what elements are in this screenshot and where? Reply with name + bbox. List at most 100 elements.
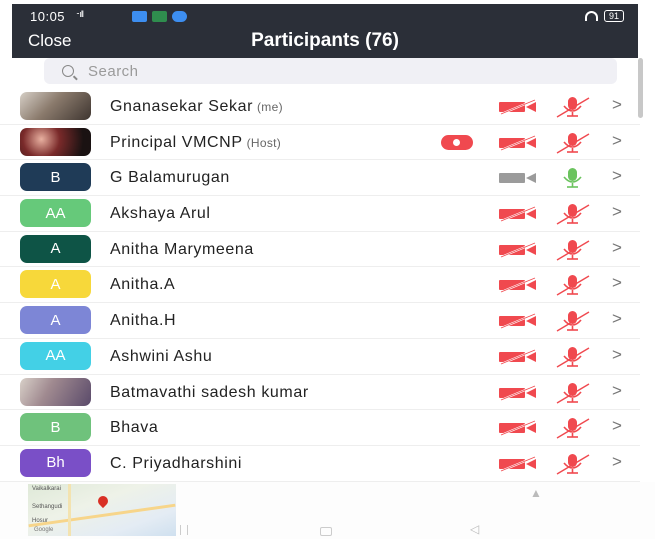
participant-row[interactable]: B G Balamurugan > — [0, 160, 640, 197]
chevron-right-icon[interactable]: > — [612, 309, 622, 329]
microphone-muted-icon[interactable] — [553, 131, 593, 155]
video-camera-off-icon[interactable] — [498, 206, 538, 222]
headset-icon — [584, 11, 598, 21]
participant-name-text: Principal VMCNP — [110, 133, 243, 151]
participant-row[interactable]: Batmavathi sadesh kumar > — [0, 375, 640, 411]
participant-row[interactable]: Bh C. Priyadharshini > — [0, 446, 640, 482]
microphone-muted-icon[interactable] — [553, 452, 593, 476]
participant-name: Akshaya Arul — [110, 205, 211, 223]
participant-row[interactable]: AA Akshaya Arul > — [0, 196, 640, 232]
participant-name: Anitha.A — [110, 276, 175, 294]
participant-name-text: Anitha.A — [110, 276, 176, 294]
microphone-icon[interactable] — [553, 166, 593, 190]
microphone-muted-icon[interactable] — [553, 273, 593, 297]
chevron-right-icon[interactable]: > — [612, 345, 622, 365]
status-right: 91 — [584, 10, 624, 22]
video-camera-off-icon[interactable] — [498, 99, 538, 115]
google-logo: Google — [34, 527, 54, 533]
participant-row[interactable]: A Anitha Marymeena > — [0, 232, 640, 268]
avatar — [20, 377, 91, 406]
participant-name: Ashwini Ashu — [110, 348, 212, 366]
participant-name-text: G Balamurugan — [110, 169, 230, 187]
participant-row[interactable]: Gnanasekar Sekar (me) > — [0, 89, 640, 125]
search-bar[interactable] — [44, 58, 617, 84]
participant-name: C. Priyadharshini — [110, 455, 242, 473]
chevron-right-icon[interactable]: > — [612, 131, 622, 151]
avatar: AA — [20, 341, 91, 370]
search-input[interactable] — [88, 62, 488, 80]
participant-row[interactable]: Principal VMCNP (Host) > — [0, 125, 640, 161]
microphone-muted-icon[interactable] — [553, 202, 593, 226]
battery-icon: 91 — [603, 10, 624, 22]
avatar — [20, 127, 91, 156]
microphone-muted-icon[interactable] — [553, 345, 593, 369]
map-label: Vaikalkarai — [32, 486, 61, 492]
video-camera-off-icon[interactable] — [498, 277, 538, 294]
participant-list: Gnanasekar Sekar (me) > Principal VMCNP (Hos… — [0, 89, 640, 482]
participant-row[interactable]: AA Ashwini Ashu > — [0, 339, 640, 375]
participant-name-text: Bhava — [110, 419, 159, 437]
microphone-muted-icon[interactable] — [553, 95, 593, 119]
participant-name: G Balamurugan — [110, 169, 230, 187]
participant-role-tag: (me) — [257, 100, 283, 114]
participant-name-text: Batmavathi sadesh kumar — [110, 383, 309, 401]
search-icon — [62, 65, 74, 77]
chevron-right-icon[interactable]: > — [612, 416, 622, 436]
nav-back-button[interactable]: ◁ — [470, 522, 479, 536]
video-camera-off-icon[interactable] — [498, 348, 538, 365]
avatar: A — [20, 270, 91, 299]
status-bar: 10:05 ᐧᐧ ıll 91 — [12, 6, 638, 26]
participant-name-text: Akshaya Arul — [110, 205, 211, 223]
header-bar: 10:05 ᐧᐧ ıll 91 Close Participants (76) — [12, 4, 638, 58]
microphone-muted-icon[interactable] — [553, 381, 593, 405]
status-time: 10:05 — [30, 9, 66, 24]
chevron-right-icon[interactable]: > — [612, 166, 622, 186]
avatar: B — [20, 163, 91, 192]
video-camera-off-icon[interactable] — [498, 455, 538, 472]
participant-name: Bhava — [110, 419, 158, 437]
video-camera-off-icon[interactable] — [498, 313, 538, 330]
participant-name: Anitha.H — [110, 312, 176, 330]
recording-icon — [441, 134, 473, 150]
page-title: Participants (76) — [251, 30, 399, 51]
floating-share-icon[interactable]: ▲ — [530, 486, 562, 500]
video-camera-off-icon[interactable] — [498, 420, 538, 437]
chevron-right-icon[interactable]: > — [612, 202, 622, 222]
map-label: Sethangudi — [32, 504, 63, 510]
notification-icon — [132, 11, 147, 22]
video-camera-off-icon[interactable] — [498, 384, 538, 401]
participant-name: Gnanasekar Sekar (me) — [110, 98, 283, 116]
avatar: A — [20, 234, 91, 263]
notification-icon — [172, 11, 187, 22]
chevron-right-icon[interactable]: > — [612, 273, 622, 293]
video-camera-icon[interactable] — [498, 170, 538, 186]
avatar: Bh — [20, 448, 91, 477]
participant-name-text: Gnanasekar Sekar — [110, 98, 254, 115]
participant-name-text: C. Priyadharshini — [110, 454, 243, 472]
participant-row[interactable]: A Anitha.A > — [0, 267, 640, 304]
participant-row[interactable]: B Bhava > — [0, 410, 640, 446]
participant-name-text: Anitha Marymeena — [110, 240, 254, 258]
participant-name: Anitha Marymeena — [110, 241, 254, 259]
chevron-right-icon[interactable]: > — [612, 452, 622, 472]
video-camera-off-icon[interactable] — [498, 241, 538, 258]
chevron-right-icon[interactable]: > — [612, 381, 622, 401]
map-label: Hosur — [32, 518, 49, 524]
participant-name: Batmavathi sadesh kumar — [110, 384, 309, 402]
chevron-right-icon[interactable]: > — [612, 238, 622, 258]
chevron-right-icon[interactable]: > — [612, 95, 622, 115]
video-camera-off-icon[interactable] — [498, 134, 538, 151]
nav-home-button[interactable] — [320, 527, 332, 536]
map-pin-icon — [95, 493, 111, 509]
notification-icon — [152, 11, 167, 22]
nav-menu-button[interactable] — [180, 525, 188, 535]
avatar: A — [20, 306, 91, 335]
microphone-muted-icon[interactable] — [553, 309, 593, 333]
avatar: B — [20, 413, 91, 442]
microphone-muted-icon[interactable] — [553, 416, 593, 440]
microphone-muted-icon[interactable] — [553, 238, 593, 262]
participant-row[interactable]: A Anitha.H > — [0, 303, 640, 339]
avatar — [20, 92, 91, 120]
map-thumbnail[interactable]: Vaikalkarai Sethangudi Hosur Google — [28, 484, 176, 536]
participant-name-text: Ashwini Ashu — [110, 347, 213, 365]
